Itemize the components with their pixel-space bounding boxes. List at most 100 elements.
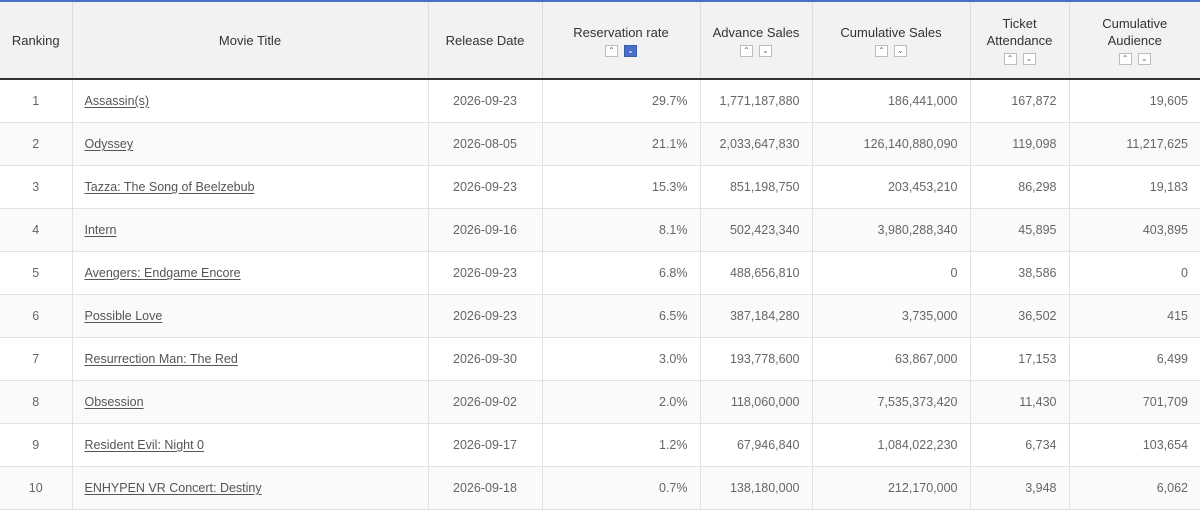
movie-title-link[interactable]: Intern [85,223,117,237]
rank-cell: 3 [0,165,73,209]
release-date-cell: 2026-09-16 [428,208,543,252]
cumulative-sales-cell: 212,170,000 [812,466,971,510]
cumulative-sales-cell: 63,867,000 [812,337,971,381]
advance-sales-cell: 118,060,000 [700,380,813,424]
movie-title-link[interactable]: Obsession [85,395,144,409]
advance-sales-cell: 851,198,750 [700,165,813,209]
cumulative-audience-cell: 19,605 [1069,79,1200,123]
table-row: 9 Resident Evil: Night 0 2026-09-17 1.2%… [0,423,1200,467]
movie-title-link[interactable]: Resident Evil: Night 0 [85,438,205,452]
header-cumulative-sales: Cumulative Sales ⌃ ⌄ [812,2,971,80]
advance-sales-cell: 1,771,187,880 [700,79,813,123]
movie-title-link[interactable]: Avengers: Endgame Encore [85,266,241,280]
release-date-cell: 2026-09-30 [428,337,543,381]
sort-controls-cum-sales: ⌃ ⌄ [817,44,966,57]
reservation-rate-cell: 3.0% [542,337,701,381]
title-cell: Tazza: The Song of Beelzebub [72,165,429,209]
table-row: 10 ENHYPEN VR Concert: Destiny 2026-09-1… [0,466,1200,510]
header-audience-label-1: Cumulative [1102,16,1168,31]
rank-cell: 10 [0,466,73,510]
sort-controls-rate: ⌃ ⌄ [547,44,696,57]
cumulative-audience-cell: 6,499 [1069,337,1200,381]
release-date-cell: 2026-09-23 [428,251,543,295]
advance-sales-cell: 488,656,810 [700,251,813,295]
release-date-cell: 2026-09-23 [428,294,543,338]
sort-desc-audience-chevron-down-icon[interactable]: ⌄ [1137,53,1151,65]
header-cum-sales-label: Cumulative Sales [840,24,942,40]
movie-title-link[interactable]: Odyssey [85,137,134,151]
header-release-date: Release Date [428,2,543,80]
header-cumulative-audience: Cumulative Audience ⌃ ⌄ [1069,2,1200,80]
ticket-attendance-cell: 11,430 [970,380,1070,424]
cumulative-audience-cell: 701,709 [1069,380,1200,424]
cumulative-audience-cell: 103,654 [1069,423,1200,467]
cumulative-audience-cell: 19,183 [1069,165,1200,209]
reservation-rate-cell: 6.8% [542,251,701,295]
table-row: 8 Obsession 2026-09-02 2.0% 118,060,000 … [0,380,1200,424]
sort-asc-audience-chevron-up-icon[interactable]: ⌃ [1118,53,1132,65]
release-date-cell: 2026-08-05 [428,122,543,166]
title-cell: Obsession [72,380,429,424]
reservation-rate-cell: 15.3% [542,165,701,209]
sort-controls-attendance: ⌃ ⌄ [975,53,1065,65]
movie-title-link[interactable]: ENHYPEN VR Concert: Destiny [85,481,262,495]
cumulative-sales-cell: 3,735,000 [812,294,971,338]
ticket-attendance-cell: 86,298 [970,165,1070,209]
cumulative-audience-cell: 403,895 [1069,208,1200,252]
sort-asc-cum-sales-chevron-up-icon[interactable]: ⌃ [875,44,888,57]
title-cell: ENHYPEN VR Concert: Destiny [72,466,429,510]
ticket-attendance-cell: 17,153 [970,337,1070,381]
reservation-rate-cell: 29.7% [542,79,701,123]
ticket-attendance-cell: 3,948 [970,466,1070,510]
rank-cell: 6 [0,294,73,338]
sort-desc-advance-chevron-down-icon[interactable]: ⌄ [759,44,772,57]
reservation-rate-cell: 6.5% [542,294,701,338]
header-attendance-label-1: Ticket [1002,16,1037,31]
ticket-attendance-cell: 6,734 [970,423,1070,467]
title-cell: Assassin(s) [72,79,429,123]
release-date-cell: 2026-09-23 [428,79,543,123]
cumulative-sales-cell: 7,535,373,420 [812,380,971,424]
sort-controls-advance: ⌃ ⌄ [705,44,808,57]
box-office-table-container: Ranking Movie Title Release Date Reserva… [0,0,1200,514]
reservation-ranking-table: Ranking Movie Title Release Date Reserva… [0,2,1200,510]
cumulative-audience-cell: 415 [1069,294,1200,338]
header-advance-sales: Advance Sales ⌃ ⌄ [700,2,813,80]
cumulative-sales-cell: 203,453,210 [812,165,971,209]
ticket-attendance-cell: 119,098 [970,122,1070,166]
sort-desc-cum-sales-chevron-down-icon[interactable]: ⌄ [894,44,907,57]
header-release-label: Release Date [445,32,525,48]
movie-title-link[interactable]: Possible Love [85,309,163,323]
reservation-rate-cell: 21.1% [542,122,701,166]
cumulative-audience-cell: 6,062 [1069,466,1200,510]
release-date-cell: 2026-09-18 [428,466,543,510]
sort-asc-rate-chevron-up-icon[interactable]: ⌃ [605,44,618,57]
movie-title-link[interactable]: Tazza: The Song of Beelzebub [85,180,255,194]
ticket-attendance-cell: 45,895 [970,208,1070,252]
title-cell: Resurrection Man: The Red [72,337,429,381]
advance-sales-cell: 2,033,647,830 [700,122,813,166]
release-date-cell: 2026-09-02 [428,380,543,424]
sort-desc-rate-chevron-down-icon[interactable]: ⌄ [624,44,637,57]
title-cell: Odyssey [72,122,429,166]
header-movie-title: Movie Title [72,2,429,80]
movie-title-link[interactable]: Resurrection Man: The Red [85,352,238,366]
table-row: 2 Odyssey 2026-08-05 21.1% 2,033,647,830… [0,122,1200,166]
rank-cell: 1 [0,79,73,123]
header-reservation-rate: Reservation rate ⌃ ⌄ [542,2,701,80]
header-ticket-attendance: Ticket Attendance ⌃ ⌄ [970,2,1070,80]
rank-cell: 9 [0,423,73,467]
movie-title-link[interactable]: Assassin(s) [85,94,150,108]
advance-sales-cell: 67,946,840 [700,423,813,467]
rank-cell: 8 [0,380,73,424]
sort-asc-attendance-chevron-up-icon[interactable]: ⌃ [1003,53,1017,65]
rank-cell: 4 [0,208,73,252]
advance-sales-cell: 193,778,600 [700,337,813,381]
header-title-label: Movie Title [218,32,282,48]
header-advance-label: Advance Sales [712,24,800,40]
release-date-cell: 2026-09-17 [428,423,543,467]
table-row: 1 Assassin(s) 2026-09-23 29.7% 1,771,187… [0,79,1200,123]
reservation-rate-cell: 0.7% [542,466,701,510]
sort-desc-attendance-chevron-down-icon[interactable]: ⌄ [1022,53,1036,65]
sort-asc-advance-chevron-up-icon[interactable]: ⌃ [740,44,753,57]
